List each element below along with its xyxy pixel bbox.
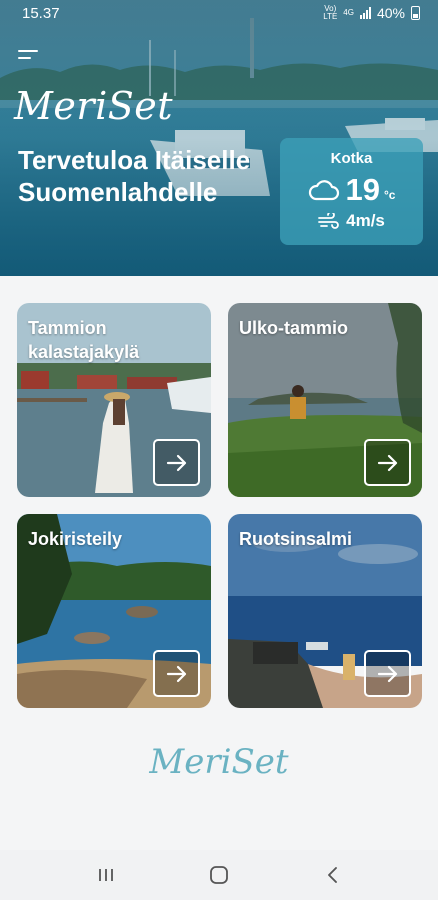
card-title: Ulko-tammio: [239, 318, 349, 338]
arrow-right-icon[interactable]: [364, 439, 411, 486]
weather-location: Kotka: [330, 150, 373, 167]
page-title: Tervetuloa Itäiselle Suomenlahdelle: [18, 145, 251, 207]
card-title: Tammion kalastajakylä: [28, 318, 140, 362]
status-time: 15.37: [22, 4, 60, 22]
home-icon[interactable]: [199, 855, 239, 895]
weather-wind: 4m/s: [346, 211, 385, 230]
destination-card-jokiristeily[interactable]: Jokiristeily: [17, 514, 211, 708]
status-icons: Vo) LTE 4G 40%: [323, 5, 420, 21]
arrow-right-icon[interactable]: [153, 650, 200, 697]
signal-icon: [359, 7, 371, 19]
hamburger-menu-icon[interactable]: [18, 46, 44, 66]
arrow-right-icon[interactable]: [364, 650, 411, 697]
volte-indicator: Vo) LTE: [323, 4, 338, 21]
weather-widget[interactable]: Kotka 19 °c 4m/s: [280, 138, 423, 245]
weather-temperature: 19: [345, 172, 380, 207]
temperature-unit: °c: [384, 188, 396, 202]
destination-card-ulko-tammio[interactable]: Ulko-tammio: [228, 303, 422, 497]
battery-percent: 40%: [376, 5, 405, 21]
footer-logo: MeriSet: [149, 742, 289, 782]
system-nav-bar: [0, 850, 438, 900]
weather-wind-row: 4m/s: [280, 211, 423, 231]
destination-card-ruotsinsalmi[interactable]: Ruotsinsalmi: [228, 514, 422, 708]
wind-icon: [318, 213, 339, 229]
battery-icon: [411, 6, 420, 20]
back-icon[interactable]: [312, 855, 352, 895]
weather-temperature-row: 19 °c: [280, 172, 423, 208]
cloud-icon: [308, 180, 339, 201]
data-indicator: 4G: [343, 8, 354, 17]
recent-apps-icon[interactable]: [86, 855, 126, 895]
meriset-logo: MeriSet: [14, 84, 174, 128]
card-title: Jokiristeily: [28, 529, 123, 549]
arrow-right-icon[interactable]: [153, 439, 200, 486]
status-bar: 15.37 Vo) LTE 4G 40%: [0, 0, 438, 26]
destination-card-tammion-kalastajakyla[interactable]: Tammion kalastajakylä: [17, 303, 211, 497]
card-title: Ruotsinsalmi: [239, 529, 353, 549]
